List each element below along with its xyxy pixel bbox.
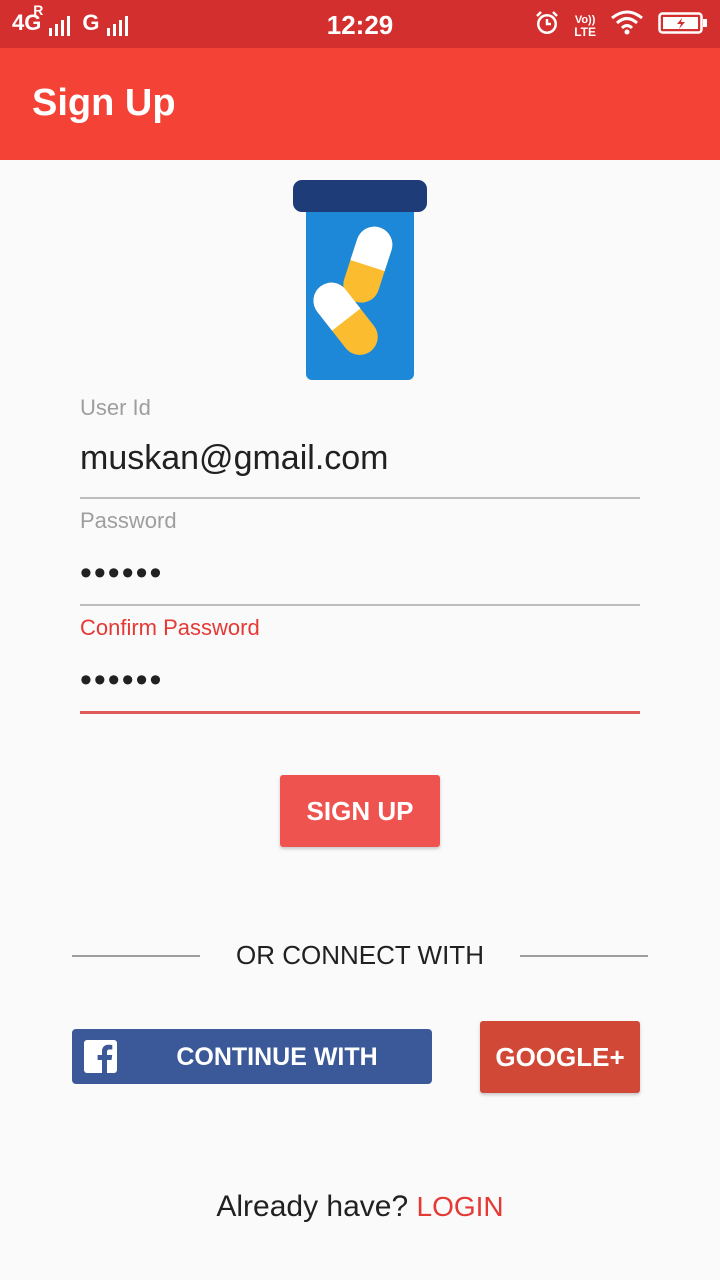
page-title: Sign Up	[32, 82, 176, 124]
password-field[interactable]: Password ••••••	[80, 508, 640, 606]
volte-icon: Vo)) LTE	[574, 14, 596, 38]
confirm-password-input[interactable]: ••••••	[80, 661, 640, 711]
login-link[interactable]: LOGIN	[417, 1191, 504, 1222]
pill-bottle-icon	[290, 178, 430, 383]
facebook-continue-button[interactable]: CONTINUE WITH	[72, 1029, 432, 1084]
status-bar: 4G R G 12:29 Vo)) LTE	[0, 0, 720, 48]
status-icons: Vo)) LTE	[534, 10, 708, 41]
user-id-field[interactable]: User Id muskan@gmail.com	[80, 395, 640, 499]
alarm-icon	[534, 10, 560, 41]
user-id-underline	[80, 497, 640, 499]
app-bar: Sign Up	[0, 48, 720, 160]
password-underline	[80, 604, 640, 606]
already-have-label: Already have?	[216, 1190, 409, 1223]
confirm-password-field[interactable]: Confirm Password ••••••	[80, 615, 640, 714]
sign-up-button[interactable]: SIGN UP	[280, 775, 440, 847]
password-input[interactable]: ••••••	[80, 554, 640, 604]
confirm-password-label: Confirm Password	[80, 615, 260, 640]
facebook-icon	[84, 1040, 117, 1073]
facebook-button-label: CONTINUE WITH	[176, 1043, 378, 1071]
divider-line-right	[520, 955, 648, 957]
volte-top-label: Vo))	[574, 13, 596, 26]
confirm-password-underline	[80, 711, 640, 714]
volte-bottom-label: LTE	[574, 24, 596, 39]
battery-charging-icon	[658, 12, 708, 39]
wifi-icon	[610, 10, 644, 41]
login-prompt: Already have? LOGIN	[0, 1190, 720, 1224]
user-id-input[interactable]: muskan@gmail.com	[80, 439, 640, 497]
password-label: Password	[80, 508, 177, 533]
or-connect-divider: OR CONNECT WITH	[72, 938, 648, 974]
google-plus-button[interactable]: GOOGLE+	[480, 1021, 640, 1093]
user-id-label: User Id	[80, 395, 151, 420]
